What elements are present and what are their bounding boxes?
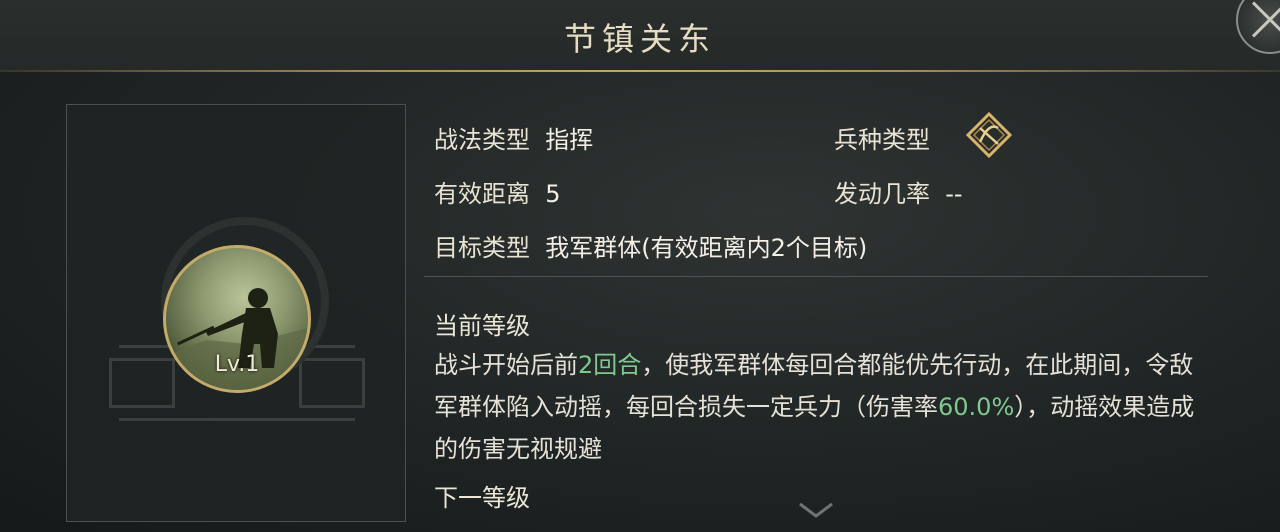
- header-divider: [0, 70, 1280, 72]
- rounds-highlight: 2回合: [578, 351, 642, 379]
- chevron-down-icon[interactable]: [796, 500, 836, 520]
- trigger-rate-label: 发动几率: [834, 180, 930, 208]
- range-row: 有效距离 5: [434, 174, 561, 209]
- range-label: 有效距离: [434, 180, 530, 208]
- level-badge: Lv.1: [214, 352, 260, 377]
- tactic-title: 节镇关东: [563, 20, 716, 58]
- target-value: 我军群体(有效距离内2个目标): [545, 234, 868, 262]
- section-divider: [424, 276, 1208, 277]
- next-level-title: 下一等级: [434, 484, 530, 512]
- tactic-type-row: 战法类型 指挥: [434, 120, 593, 155]
- current-level-description: 战斗开始后前2回合，使我军群体每回合都能优先行动，在此期间，令敌军群体陷入动摇，…: [434, 351, 1195, 463]
- damage-rate-highlight: 60.0%: [938, 393, 1015, 421]
- troop-type-row: 兵种类型: [834, 120, 930, 155]
- troop-type-label: 兵种类型: [834, 126, 930, 154]
- current-level-title: 当前等级: [434, 312, 530, 340]
- trigger-rate-value: --: [945, 180, 963, 208]
- crossbow-icon[interactable]: [966, 112, 1012, 158]
- range-value: 5: [545, 180, 561, 208]
- target-label: 目标类型: [434, 234, 530, 262]
- tactic-portrait-panel: Lv.1: [66, 104, 406, 522]
- tactic-type-value: 指挥: [545, 126, 594, 154]
- tactic-type-label: 战法类型: [434, 126, 530, 154]
- target-row: 目标类型 我军群体(有效距离内2个目标): [434, 228, 867, 263]
- trigger-rate-row: 发动几率 --: [834, 174, 963, 209]
- tactic-portrait: Lv.1: [163, 245, 311, 393]
